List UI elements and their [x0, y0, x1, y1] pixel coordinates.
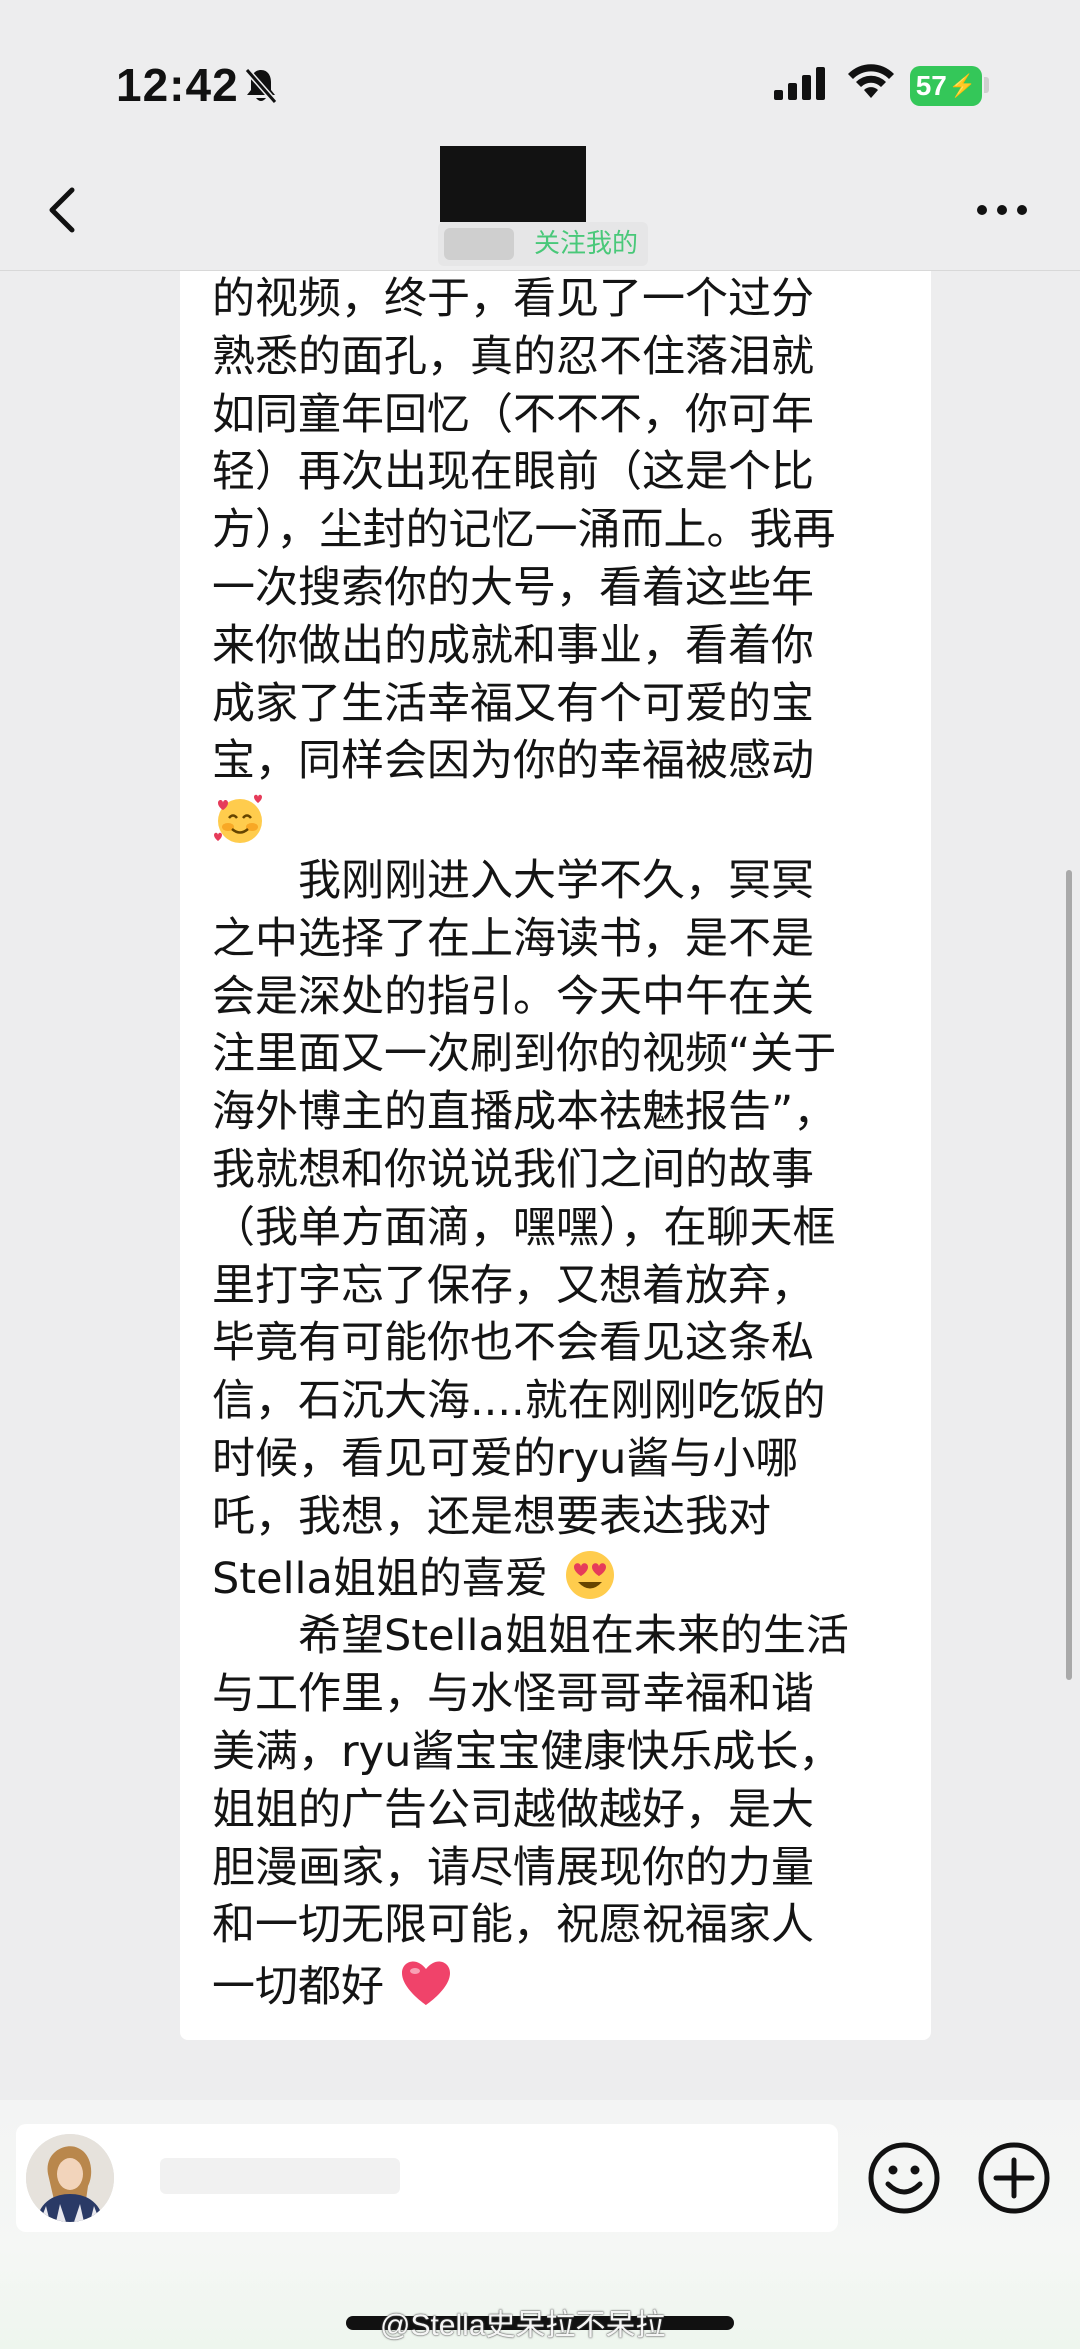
message-line: 与工作里，与水怪哥哥幸福和谐: [212, 1669, 814, 1720]
message-line: 一切都好: [212, 1962, 384, 2013]
message-line: 信，石沉大海....就在刚刚吃饭的: [212, 1376, 826, 1427]
message-line: 里打字忘了保存，又想着放弃，: [212, 1260, 814, 1311]
message-line: 来你做出的成就和事业，看着你: [212, 620, 814, 671]
battery-charging-icon: 57 ⚡: [910, 66, 982, 106]
watermark: @Stella史呆拉不呆拉: [380, 2309, 666, 2342]
avatar[interactable]: [26, 2134, 114, 2222]
heart-eyes-emoji-icon: [565, 1550, 614, 1599]
status-bar: 12:42 57 ⚡: [0, 0, 1080, 150]
cellular-signal-icon: [774, 67, 825, 100]
message-line: 吒，我想，还是想要表达我对: [212, 1491, 771, 1542]
avatar-image: [26, 2134, 114, 2222]
plus-circle-icon[interactable]: [976, 2140, 1052, 2216]
message-line-with-emoji: Stella姐姐的喜爱 😍: [212, 1547, 912, 1609]
message-line: 轻）再次出现在眼前（这是个比: [212, 447, 814, 498]
redacted-contact-name: [440, 146, 586, 222]
message-text: 的视频，终于，看见了一个过分 熟悉的面孔，真的忍不住落泪就 如同童年回忆（不不不…: [212, 271, 912, 2017]
message-line: Stella姐姐的喜爱: [212, 1553, 548, 1604]
message-line: 宝，同样会因为你的幸福被感动: [212, 736, 814, 787]
status-time: 12:42: [116, 59, 239, 111]
message-line: 的视频，终于，看见了一个过分: [212, 274, 814, 324]
message-line: 美满，ryu酱宝宝健康快乐成长，: [212, 1726, 842, 1777]
message-line: 我就想和你说说我们之间的故事: [212, 1144, 814, 1195]
message-line: 毕竟有可能你也不会看见这条私: [212, 1318, 814, 1369]
message-line: 成家了生活幸福又有个可爱的宝: [212, 678, 814, 729]
follow-status-tag: 关注我的: [438, 222, 648, 266]
message-line-with-emoji: 一切都好 ❤️: [212, 1955, 912, 2017]
battery-tip: [984, 77, 989, 93]
more-horizontal-icon[interactable]: [974, 200, 1030, 220]
red-heart-emoji-icon: [401, 1961, 450, 2006]
message-line: 一次搜索你的大号，看着这些年: [212, 562, 814, 613]
emoji-line: 🥰: [212, 791, 912, 853]
message-line: 胆漫画家，请尽情展现你的力量: [212, 1842, 814, 1893]
message-line: （我单方面滴，嘿嘿），在聊天框: [212, 1202, 836, 1253]
bell-mute-icon: [244, 68, 278, 104]
blurred-avatar: [444, 228, 514, 260]
smiling-face-with-hearts-emoji-icon: [214, 794, 262, 844]
message-input[interactable]: [16, 2124, 838, 2232]
message-line: 熟悉的面孔，真的忍不住落泪就: [212, 331, 814, 382]
message-line: 海外博主的直播成本祛魅报告”，: [212, 1087, 837, 1138]
message-line: 之中选择了在上海读书，是不是: [212, 913, 814, 964]
chevron-left-icon[interactable]: [40, 180, 90, 240]
message-line: 会是深处的指引。今天中午在关: [212, 971, 814, 1022]
message-line: 我刚刚进入大学不久，冥冥: [212, 855, 814, 906]
message-line: 注里面又一次刷到你的视频“关于: [212, 1029, 837, 1080]
message-line: 时候，看见可爱的ryu酱与小哪: [212, 1433, 799, 1484]
message-line: 方），尘封的记忆一涌而上。我再: [212, 505, 836, 556]
follow-status-label: 关注我的: [534, 229, 639, 259]
wifi-icon: [848, 64, 894, 98]
message-line: 如同童年回忆（不不不，你可年: [212, 389, 814, 440]
battery-level: 57: [915, 70, 947, 101]
message-line: 和一切无限可能，祝愿祝福家人: [212, 1900, 814, 1951]
scrollbar[interactable]: [1066, 870, 1072, 1680]
blurred-input-text: [160, 2158, 400, 2194]
message-line: 希望Stella姐姐在未来的生活: [212, 1611, 849, 1662]
message-line: 姐姐的广告公司越做越好，是大: [212, 1784, 814, 1835]
emoji-smile-icon[interactable]: [866, 2140, 942, 2216]
message-bubble: 的视频，终于，看见了一个过分 熟悉的面孔，真的忍不住落泪就 如同童年回忆（不不不…: [180, 271, 931, 2040]
